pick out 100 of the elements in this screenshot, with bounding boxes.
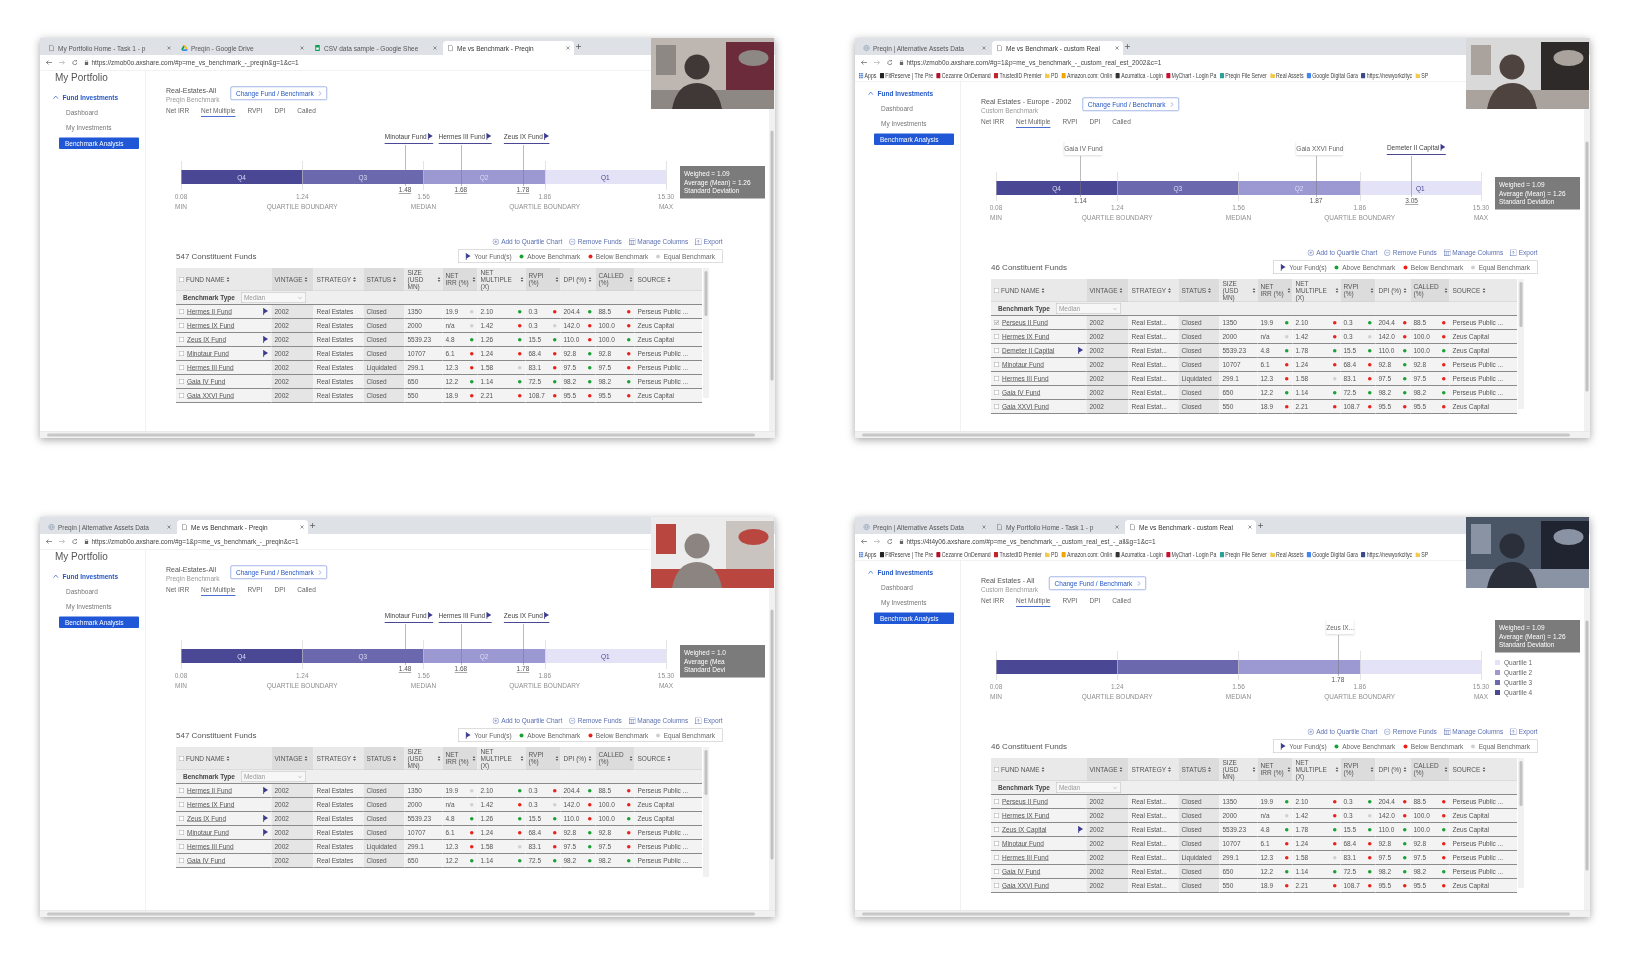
status-dot xyxy=(588,733,593,738)
checkbox[interactable] xyxy=(994,287,999,293)
checkbox[interactable] xyxy=(179,276,184,282)
checkbox[interactable] xyxy=(994,869,999,874)
sort-icon[interactable] xyxy=(667,276,671,282)
checkbox[interactable] xyxy=(994,813,999,818)
checkbox[interactable] xyxy=(179,755,184,761)
scrollbar[interactable] xyxy=(1584,81,1590,432)
status-dot xyxy=(1334,744,1339,749)
status-dot xyxy=(1403,265,1408,270)
sort-icon[interactable] xyxy=(1403,287,1407,293)
lock-icon xyxy=(84,539,89,544)
checkbox[interactable] xyxy=(179,788,184,793)
checkbox[interactable] xyxy=(994,320,999,325)
scrollbar[interactable] xyxy=(855,431,1590,438)
fund-count: 547 Constituent Funds xyxy=(175,251,257,261)
flag-icon xyxy=(486,612,492,619)
apps-grid-icon xyxy=(859,72,864,79)
fund-count: 46 Constituent Funds xyxy=(990,741,1068,751)
scroll-thumb[interactable] xyxy=(770,130,774,381)
status-dot xyxy=(656,733,661,738)
scroll-thumb[interactable] xyxy=(47,912,755,916)
sort-icon[interactable] xyxy=(588,755,592,761)
sort-icon[interactable] xyxy=(226,755,230,761)
checkbox[interactable] xyxy=(179,816,184,821)
scroll-thumb[interactable] xyxy=(1519,282,1523,327)
sort-icon[interactable] xyxy=(1041,766,1045,772)
status-dot xyxy=(588,254,593,259)
checkbox[interactable] xyxy=(994,334,999,339)
checkbox[interactable] xyxy=(994,799,999,804)
sort-icon[interactable] xyxy=(1041,287,1045,293)
sort-icon[interactable] xyxy=(1208,766,1212,772)
checkbox[interactable] xyxy=(994,404,999,409)
scrollbar[interactable] xyxy=(40,431,775,438)
sort-icon[interactable] xyxy=(1403,766,1407,772)
scroll-thumb[interactable] xyxy=(47,433,755,437)
sort-icon[interactable] xyxy=(1168,766,1172,772)
scrollbar[interactable] xyxy=(855,910,1590,917)
scrollbar[interactable] xyxy=(1584,560,1590,911)
sort-icon[interactable] xyxy=(353,755,357,761)
sort-icon[interactable] xyxy=(304,276,308,282)
scroll-thumb[interactable] xyxy=(704,271,708,316)
scrollbar[interactable] xyxy=(703,747,709,877)
status-dot xyxy=(1334,265,1339,270)
checkbox[interactable] xyxy=(179,351,184,356)
scrollbar[interactable] xyxy=(40,910,775,917)
spreadsheet-icon xyxy=(314,44,321,52)
scrollbar[interactable] xyxy=(1518,758,1524,888)
sort-icon[interactable] xyxy=(353,276,357,282)
scrollbar[interactable] xyxy=(1518,279,1524,409)
sort-icon[interactable] xyxy=(588,276,592,282)
sort-icon[interactable] xyxy=(393,755,397,761)
fund-count: 547 Constituent Funds xyxy=(175,730,257,740)
flag-icon xyxy=(263,308,269,315)
sort-icon[interactable] xyxy=(1119,287,1123,293)
flag-icon xyxy=(1280,742,1286,750)
checkbox[interactable] xyxy=(994,855,999,860)
sort-icon[interactable] xyxy=(1208,287,1212,293)
checkbox[interactable] xyxy=(994,766,999,772)
sort-icon[interactable] xyxy=(226,276,230,282)
page-title: My Portfolio xyxy=(54,71,109,84)
scroll-thumb[interactable] xyxy=(1519,761,1523,806)
checkbox[interactable] xyxy=(179,309,184,314)
checkbox[interactable] xyxy=(179,844,184,849)
lock-icon xyxy=(899,539,904,544)
scroll-thumb[interactable] xyxy=(1585,620,1589,871)
scroll-thumb[interactable] xyxy=(770,609,774,860)
flag-icon xyxy=(263,787,269,794)
triangle-icon xyxy=(181,44,188,52)
scroll-thumb[interactable] xyxy=(1585,141,1589,392)
checkbox[interactable] xyxy=(179,858,184,863)
checkbox[interactable] xyxy=(179,337,184,342)
checkbox[interactable] xyxy=(994,390,999,395)
status-dot xyxy=(1471,744,1476,749)
checkbox[interactable] xyxy=(179,379,184,384)
checkbox[interactable] xyxy=(179,365,184,370)
checkbox[interactable] xyxy=(179,802,184,807)
sort-icon[interactable] xyxy=(304,755,308,761)
page-title: My Portfolio xyxy=(54,550,109,563)
sort-icon[interactable] xyxy=(1168,287,1172,293)
sort-icon[interactable] xyxy=(393,276,397,282)
checkbox[interactable] xyxy=(994,362,999,367)
checkbox[interactable] xyxy=(994,376,999,381)
scroll-thumb[interactable] xyxy=(862,433,1570,437)
scrollbar[interactable] xyxy=(703,268,709,398)
status-dot xyxy=(1403,744,1408,749)
scroll-thumb[interactable] xyxy=(704,750,708,795)
sort-icon[interactable] xyxy=(667,755,671,761)
flag-icon xyxy=(1280,263,1286,271)
sort-icon[interactable] xyxy=(1482,766,1486,772)
checkbox[interactable] xyxy=(994,827,999,832)
scroll-thumb[interactable] xyxy=(862,912,1570,916)
checkbox[interactable] xyxy=(994,348,999,353)
checkbox[interactable] xyxy=(994,883,999,888)
sort-icon[interactable] xyxy=(1482,287,1486,293)
checkbox[interactable] xyxy=(179,393,184,398)
checkbox[interactable] xyxy=(179,323,184,328)
sort-icon[interactable] xyxy=(1119,766,1123,772)
checkbox[interactable] xyxy=(994,841,999,846)
checkbox[interactable] xyxy=(179,830,184,835)
